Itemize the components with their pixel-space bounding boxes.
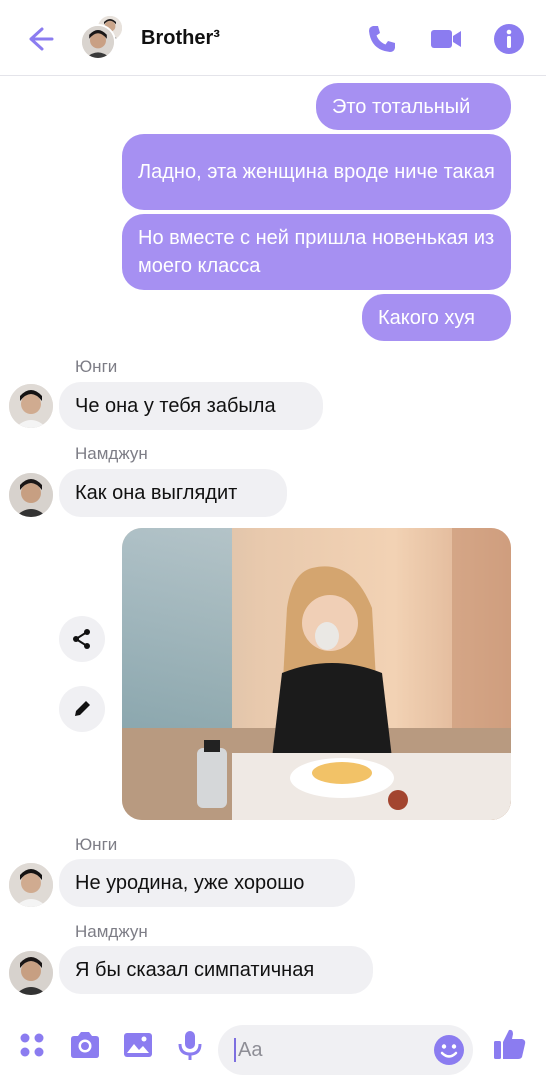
- thumbs-up-icon[interactable]: [492, 1026, 528, 1062]
- back-arrow-icon[interactable]: [22, 22, 56, 56]
- share-button[interactable]: [59, 616, 105, 662]
- incoming-message[interactable]: Как она выглядит: [59, 469, 287, 517]
- text-cursor: [234, 1038, 236, 1062]
- outgoing-message[interactable]: Это тотальный: [316, 83, 511, 130]
- shared-photo[interactable]: [122, 528, 511, 820]
- incoming-message[interactable]: Не уродина, уже хорошо: [59, 859, 355, 907]
- pencil-icon: [75, 701, 90, 716]
- chat-header: Brother³: [0, 0, 546, 76]
- message-input[interactable]: Aa: [218, 1025, 473, 1075]
- outgoing-message[interactable]: Ладно, эта женщина вроде ниче такая: [122, 134, 511, 210]
- video-camera-icon[interactable]: [429, 22, 463, 56]
- incoming-message[interactable]: Я бы сказал симпатичная: [59, 946, 373, 994]
- sender-avatar[interactable]: [9, 951, 53, 995]
- sender-name: Намджун: [75, 922, 148, 941]
- sender-avatar[interactable]: [9, 384, 53, 428]
- outgoing-message[interactable]: Какого хуя: [362, 294, 511, 341]
- share-icon: [73, 629, 90, 649]
- chat-title[interactable]: Brother³: [141, 27, 220, 50]
- sender-name: Юнги: [75, 835, 118, 854]
- sender-name: Юнги: [75, 357, 118, 376]
- outgoing-message[interactable]: Но вместе с ней пришла новенькая из моег…: [122, 214, 511, 290]
- group-avatar[interactable]: [80, 14, 124, 60]
- microphone-icon[interactable]: [173, 1028, 207, 1062]
- sender-avatar[interactable]: [9, 473, 53, 517]
- info-icon[interactable]: [492, 22, 526, 56]
- camera-icon[interactable]: [68, 1028, 102, 1062]
- phone-icon[interactable]: [365, 22, 399, 56]
- incoming-message[interactable]: Че она у тебя забыла: [59, 382, 323, 430]
- apps-grid-icon[interactable]: [15, 1028, 49, 1062]
- sender-name: Намджун: [75, 444, 148, 463]
- group-member-avatar: [80, 24, 116, 60]
- message-input-placeholder: Aa: [238, 1039, 263, 1061]
- sender-avatar[interactable]: [9, 863, 53, 907]
- gallery-icon[interactable]: [121, 1028, 155, 1062]
- emoji-icon[interactable]: [433, 1034, 465, 1066]
- message-composer: Aa: [0, 1008, 546, 1080]
- edit-photo-button[interactable]: [59, 686, 105, 732]
